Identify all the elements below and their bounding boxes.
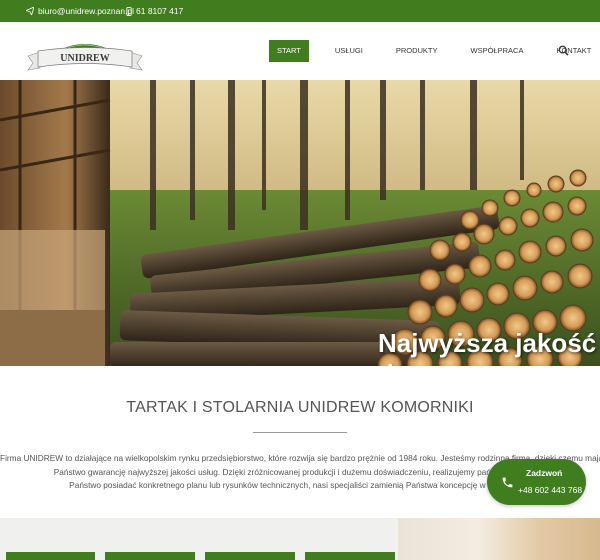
- hero-caption: Najwyższa jakość drewna: [378, 328, 596, 366]
- email-text[interactable]: biuro@unidrew.poznan.pl: [38, 6, 134, 16]
- nav-wspolpraca[interactable]: WSPÓŁPRACA: [463, 40, 532, 62]
- call-title: Zadzwoń: [526, 468, 563, 478]
- wood-image: [398, 518, 600, 560]
- unidrew-logo[interactable]: od 1984 UNIDREW: [26, 30, 144, 74]
- feature-tab-1[interactable]: [6, 552, 95, 560]
- call-button[interactable]: Zadzwoń +48 602 443 768: [487, 459, 586, 505]
- search-icon[interactable]: [558, 45, 569, 56]
- feature-tab-4[interactable]: [305, 552, 395, 560]
- title-divider: [253, 432, 347, 433]
- phone-contact[interactable]: 61 8107 417: [126, 6, 183, 16]
- nav-uslugi[interactable]: USŁUGI: [327, 40, 371, 62]
- feature-tab-3[interactable]: [205, 552, 295, 560]
- hero-caption-line-1: Najwyższa jakość: [378, 328, 597, 358]
- section-title: TARTAK I STOLARNIA UNIDREW KOMORNIKI: [126, 399, 474, 416]
- hero-slider: Najwyższa jakość drewna: [0, 80, 600, 366]
- hero-caption-line-2: drewna: [378, 359, 596, 366]
- features-section: [0, 518, 600, 560]
- top-contact-bar: biuro@unidrew.poznan.pl 61 8107 417: [0, 0, 600, 22]
- hero-image: [0, 80, 600, 366]
- site-header: od 1984 UNIDREW START USŁUGI PRODUKTY WS…: [0, 22, 600, 80]
- nav-start[interactable]: START: [269, 40, 309, 62]
- call-number: +48 602 443 768: [518, 485, 583, 495]
- logo-text: UNIDREW: [60, 53, 109, 64]
- email-contact[interactable]: biuro@unidrew.poznan.pl: [26, 6, 134, 16]
- feature-tab-2[interactable]: [105, 552, 195, 560]
- mobile-phone-icon: [126, 6, 132, 16]
- logo-badge-text: od 1984: [79, 42, 92, 46]
- phone-text[interactable]: 61 8107 417: [136, 6, 183, 16]
- nav-produkty[interactable]: PRODUKTY: [388, 40, 446, 62]
- main-navigation: START USŁUGI PRODUKTY WSPÓŁPRACA KONTAKT: [269, 40, 600, 62]
- paper-plane-icon: [26, 7, 34, 15]
- nav-kontakt[interactable]: KONTAKT: [548, 40, 599, 62]
